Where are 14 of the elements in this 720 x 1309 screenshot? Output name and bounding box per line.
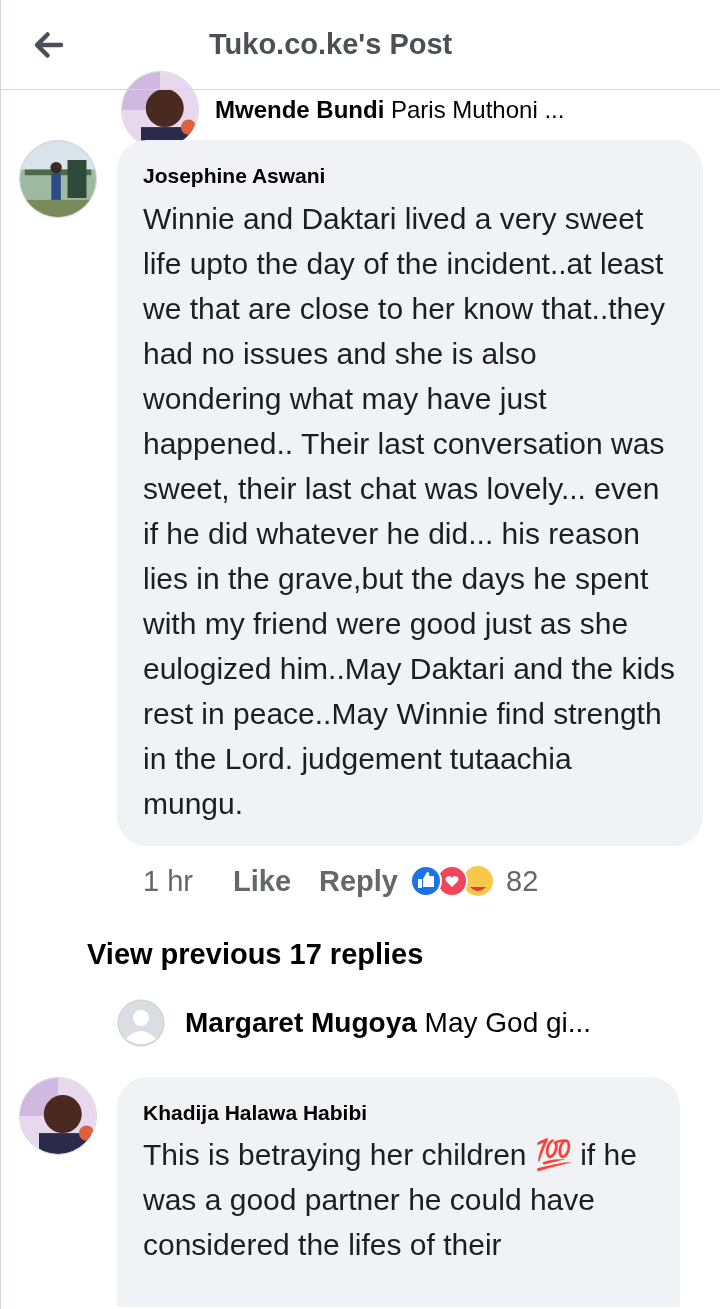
like-link[interactable]: Like bbox=[233, 859, 291, 903]
comment-text: This is betraying her children 💯 if he was a good partner he could have considered the lifes of their bbox=[143, 1137, 638, 1263]
reactions-icon bbox=[410, 865, 494, 898]
avatar-icon bbox=[117, 998, 165, 1047]
comment-text: Winnie and Daktari lived a very sweet life upto the day of the incident..at least we that are close to her know that..they had no issues and she is also wondering what may have just happened.. Their last conversation was sweet, their last chat was lovely... even if he did whatever he did... his reason lies in the grave,but the days he spent with my friend were good just as she eulogized him..May Daktari and the kids rest in peace..May Winnie find strength in the Lord. judgement tutaachia mungu. bbox=[143, 200, 676, 822]
reply-preview: Margaret Mugoya May God gi... bbox=[185, 1005, 592, 1040]
reply-preview: Mwende Bundi Paris Muthoni ... bbox=[215, 95, 565, 125]
reply-link[interactable]: Reply bbox=[319, 859, 398, 903]
post-title: Tuko.co.ke's Post bbox=[209, 26, 453, 62]
reaction-count: 82 bbox=[506, 863, 539, 899]
comment-author[interactable]: Khadija Halawa Habibi bbox=[143, 1096, 654, 1128]
comment-author[interactable]: Josephine Aswani bbox=[143, 160, 677, 192]
comment-time: 1 hr bbox=[143, 863, 193, 899]
view-previous-replies-link[interactable]: View previous 17 replies bbox=[87, 933, 703, 977]
